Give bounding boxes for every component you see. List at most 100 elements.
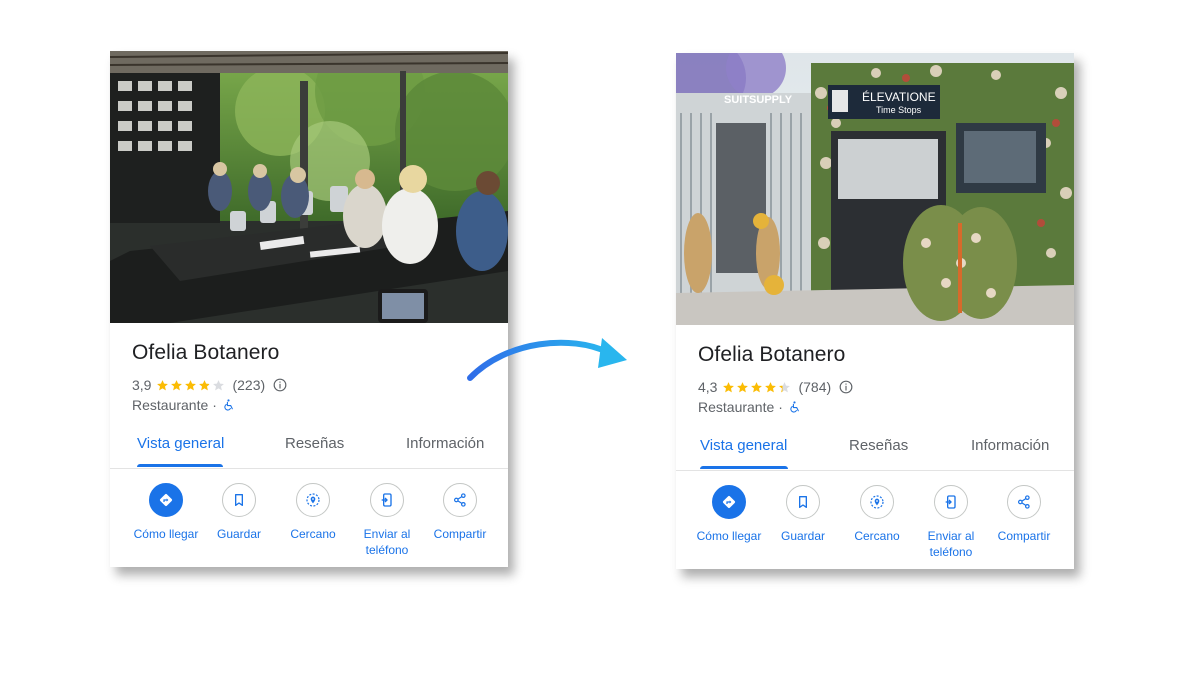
category-label: Restaurante (698, 399, 775, 415)
directions-label: Cómo llegar (129, 526, 203, 542)
place-photo[interactable]: SUITSUPPLY ÉLEVATIONE Time Stops (676, 53, 1074, 325)
share-button[interactable]: Compartir (987, 485, 1061, 544)
rating-value: 3,9 (132, 377, 152, 393)
bookmark-icon (795, 494, 811, 510)
nearby-icon (305, 492, 321, 508)
directions-label: Cómo llegar (692, 528, 766, 544)
save-label-line1: Guardar (216, 527, 262, 541)
review-count[interactable]: (784) (798, 379, 831, 395)
share-label-line1: Compartir (997, 529, 1051, 543)
nearby-button[interactable]: Cercano (276, 483, 350, 542)
category-row: Restaurante · (698, 398, 801, 416)
send-to-phone-label-line2: teléfono (365, 543, 409, 557)
star-icon (171, 379, 183, 390)
elevatione-sign: ÉLEVATIONE (862, 89, 936, 104)
save-label: Guardar (766, 528, 840, 544)
share-circle (443, 483, 477, 517)
tab-bar: Vista general Reseñas Información (110, 426, 508, 469)
nearby-label-line1: Cercano (854, 529, 900, 543)
info-icon[interactable] (839, 380, 853, 394)
rating-row: 3,9 (223) (132, 376, 287, 394)
star-icon (765, 381, 777, 392)
send-to-phone-button[interactable]: Enviar al teléfono (350, 483, 424, 558)
send-to-phone-label: Enviar al teléfono (914, 528, 988, 560)
tab-overview[interactable]: Vista general (700, 437, 787, 454)
send-to-phone-label-line1: Enviar al (927, 529, 975, 543)
save-button[interactable]: Guardar (202, 483, 276, 542)
send-to-phone-label: Enviar al teléfono (350, 526, 424, 558)
share-button[interactable]: Compartir (423, 483, 497, 542)
share-circle (1007, 485, 1041, 519)
category-row: Restaurante · (132, 396, 235, 414)
separator: · (778, 399, 783, 415)
star-icon (751, 381, 763, 392)
tab-reviews[interactable]: Reseñas (849, 437, 908, 454)
send-to-phone-circle (370, 483, 404, 517)
place-card-after: SUITSUPPLY ÉLEVATIONE Time Stops Ofelia … (676, 53, 1074, 569)
suitsupply-sign: SUITSUPPLY (724, 94, 793, 106)
rating-value: 4,3 (698, 379, 718, 395)
send-to-phone-circle (934, 485, 968, 519)
nearby-circle (296, 483, 330, 517)
directions-label-line1: Cómo llegar (133, 527, 199, 541)
action-bar: Cómo llegar Guardar Cercano Enviar al tel… (110, 483, 508, 563)
tab-information[interactable]: Información (971, 437, 1049, 454)
directions-icon (158, 492, 174, 508)
save-circle (222, 483, 256, 517)
send-to-phone-icon (379, 492, 395, 508)
star-icon (737, 381, 749, 392)
wheelchair-accessible-icon (222, 398, 235, 412)
star-icon (157, 379, 169, 390)
share-label: Compartir (987, 528, 1061, 544)
tab-reviews[interactable]: Reseñas (285, 435, 344, 452)
star-icon (779, 381, 791, 392)
share-label: Compartir (423, 526, 497, 542)
nearby-circle (860, 485, 894, 519)
transition-arrow-icon (467, 338, 627, 381)
place-title: Ofelia Botanero (132, 341, 280, 364)
tab-information[interactable]: Información (406, 435, 484, 452)
rating-row: 4,3 (784) (698, 378, 853, 396)
restaurant-interior-image (110, 51, 508, 323)
directions-circle (149, 483, 183, 517)
info-icon[interactable] (273, 378, 287, 392)
active-tab-indicator (700, 466, 788, 469)
save-circle (786, 485, 820, 519)
bookmark-icon (231, 492, 247, 508)
directions-label-line1: Cómo llegar (696, 529, 762, 543)
review-count[interactable]: (223) (232, 377, 265, 393)
star-icon (723, 381, 735, 392)
share-icon (452, 492, 468, 508)
send-to-phone-label-line1: Enviar al (363, 527, 411, 541)
save-label-line1: Guardar (780, 529, 826, 543)
storefront-image: SUITSUPPLY ÉLEVATIONE Time Stops (676, 53, 1074, 325)
place-card-before: Ofelia Botanero 3,9 (223) Restaurante · … (110, 51, 508, 567)
directions-button[interactable]: Cómo llegar (692, 485, 766, 544)
directions-icon (721, 494, 737, 510)
directions-circle (712, 485, 746, 519)
star-icon (185, 379, 197, 390)
star-icon (199, 379, 211, 390)
save-label: Guardar (202, 526, 276, 542)
star-rating (722, 381, 792, 394)
nearby-label: Cercano (276, 526, 350, 542)
time-stops-sign: Time Stops (876, 105, 922, 115)
tab-bar: Vista general Reseñas Información (676, 428, 1074, 471)
category-label: Restaurante (132, 397, 209, 413)
save-button[interactable]: Guardar (766, 485, 840, 544)
nearby-button[interactable]: Cercano (840, 485, 914, 544)
share-label-line1: Compartir (433, 527, 487, 541)
place-photo[interactable] (110, 51, 508, 323)
send-to-phone-button[interactable]: Enviar al teléfono (914, 485, 988, 560)
star-rating (156, 379, 226, 392)
send-to-phone-icon (943, 494, 959, 510)
nearby-label: Cercano (840, 528, 914, 544)
nearby-icon (869, 494, 885, 510)
tab-overview[interactable]: Vista general (137, 435, 224, 452)
send-to-phone-label-line2: teléfono (929, 545, 973, 559)
directions-button[interactable]: Cómo llegar (129, 483, 203, 542)
nearby-label-line1: Cercano (290, 527, 336, 541)
wheelchair-accessible-icon (788, 400, 801, 414)
separator: · (212, 397, 217, 413)
place-title: Ofelia Botanero (698, 343, 846, 366)
